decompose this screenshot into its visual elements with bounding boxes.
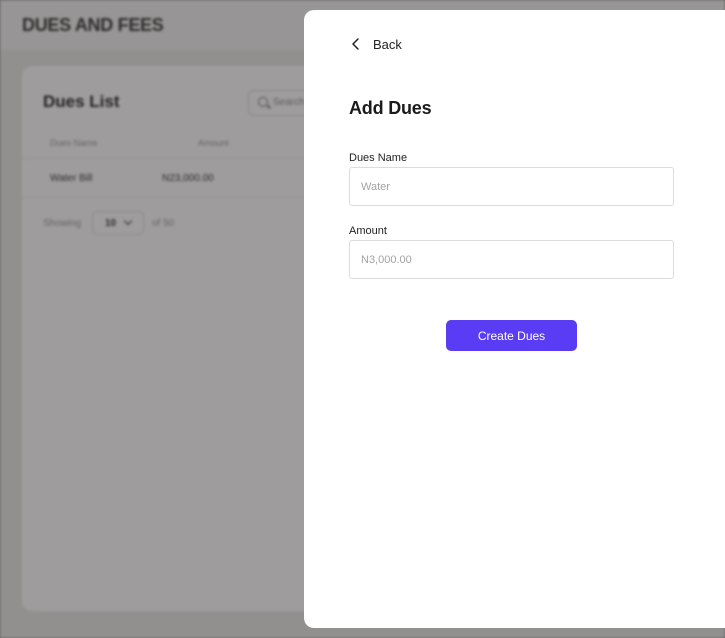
create-dues-button[interactable]: Create Dues bbox=[446, 320, 577, 351]
chevron-left-icon bbox=[352, 38, 359, 50]
back-button[interactable]: Back bbox=[349, 34, 402, 54]
amount-label: Amount bbox=[349, 225, 387, 237]
amount-input[interactable] bbox=[349, 240, 674, 279]
dues-name-label: Dues Name bbox=[349, 152, 408, 164]
add-dues-drawer: Back Add Dues Dues Name Amount Create Du… bbox=[304, 10, 725, 628]
dues-name-input[interactable] bbox=[349, 167, 674, 206]
drawer-title: Add Dues bbox=[349, 98, 432, 118]
back-label: Back bbox=[373, 36, 402, 52]
